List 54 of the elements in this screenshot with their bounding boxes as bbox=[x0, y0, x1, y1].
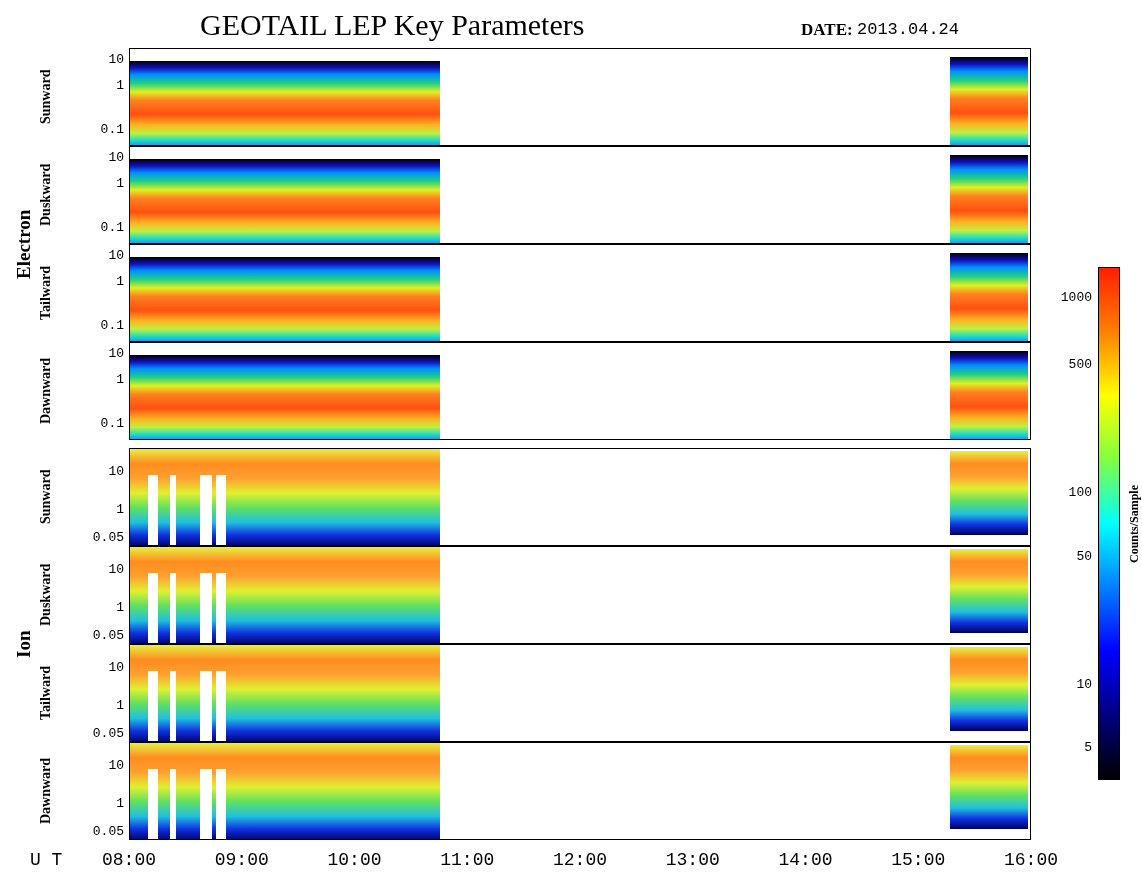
y-tick-label: 0.1 bbox=[99, 417, 124, 430]
colorbar-tick-label: 10 bbox=[1075, 678, 1092, 691]
panel-label: Dawnward bbox=[38, 356, 54, 427]
colorbar-tick-label: 5 bbox=[1083, 741, 1092, 754]
y-tick-label: 1 bbox=[115, 177, 124, 190]
panel-label: Tailward bbox=[38, 665, 54, 722]
colorbar-title: Counts/Sample bbox=[1127, 483, 1141, 565]
x-tick-label: 12:00 bbox=[552, 851, 608, 869]
y-tick-label: 0.1 bbox=[99, 221, 124, 234]
colorbar-tick-label: 50 bbox=[1075, 550, 1092, 563]
y-tick-label: 10 bbox=[107, 563, 124, 576]
y-tick-label: 1 bbox=[115, 275, 124, 288]
y-tick-label: 0.05 bbox=[91, 825, 124, 838]
y-tick-label: 1 bbox=[115, 699, 124, 712]
x-tick-label: 08:00 bbox=[101, 851, 157, 869]
panel-label: Duskward bbox=[38, 162, 54, 229]
x-tick-label: 10:00 bbox=[326, 851, 383, 869]
x-tick-label: 09:00 bbox=[213, 851, 270, 869]
y-tick-label: 0.1 bbox=[99, 319, 124, 332]
group-label: Ion bbox=[12, 629, 34, 660]
y-tick-label: 10 bbox=[107, 249, 124, 262]
panel-label: Duskward bbox=[38, 562, 54, 629]
panel-label: Dawnward bbox=[38, 756, 54, 827]
y-tick-label: 0.1 bbox=[99, 123, 124, 136]
y-tick-label: 1 bbox=[115, 797, 124, 810]
date-value: 2013.04.24 bbox=[857, 21, 960, 38]
x-axis-label: U T bbox=[30, 851, 63, 869]
x-tick-label: 15:00 bbox=[890, 851, 947, 869]
y-tick-label: 10 bbox=[107, 759, 124, 772]
y-tick-label: 0.05 bbox=[91, 629, 124, 642]
colorbar-tick-label: 500 bbox=[1067, 358, 1092, 371]
x-tick-label: 13:00 bbox=[664, 851, 721, 869]
panel-label: Sunward bbox=[38, 68, 54, 127]
y-tick-label: 10 bbox=[107, 151, 124, 164]
colorbar-tick-label: 100 bbox=[1067, 486, 1092, 499]
y-tick-label: 1 bbox=[115, 601, 124, 614]
colorbar-tick-label: 1000 bbox=[1059, 291, 1092, 304]
y-tick-label: 10 bbox=[107, 347, 124, 360]
panel-label: Sunward bbox=[38, 468, 54, 527]
panel-label: Tailward bbox=[38, 265, 54, 322]
x-tick-label: 11:00 bbox=[439, 851, 496, 869]
y-tick-label: 1 bbox=[115, 503, 124, 516]
x-tick-label: 14:00 bbox=[777, 851, 834, 869]
chart-title: GEOTAIL LEP Key Parameters bbox=[200, 10, 585, 40]
y-tick-label: 10 bbox=[107, 465, 124, 478]
y-tick-label: 10 bbox=[107, 661, 124, 674]
y-tick-label: 1 bbox=[115, 373, 124, 386]
group-label: Electron bbox=[12, 208, 34, 281]
y-tick-label: 10 bbox=[107, 53, 124, 66]
y-tick-label: 0.05 bbox=[91, 531, 124, 544]
y-tick-label: 0.05 bbox=[91, 727, 124, 740]
date-label: DATE: bbox=[801, 21, 853, 38]
y-tick-label: 1 bbox=[115, 79, 124, 92]
x-tick-label: 16:00 bbox=[1003, 851, 1059, 869]
